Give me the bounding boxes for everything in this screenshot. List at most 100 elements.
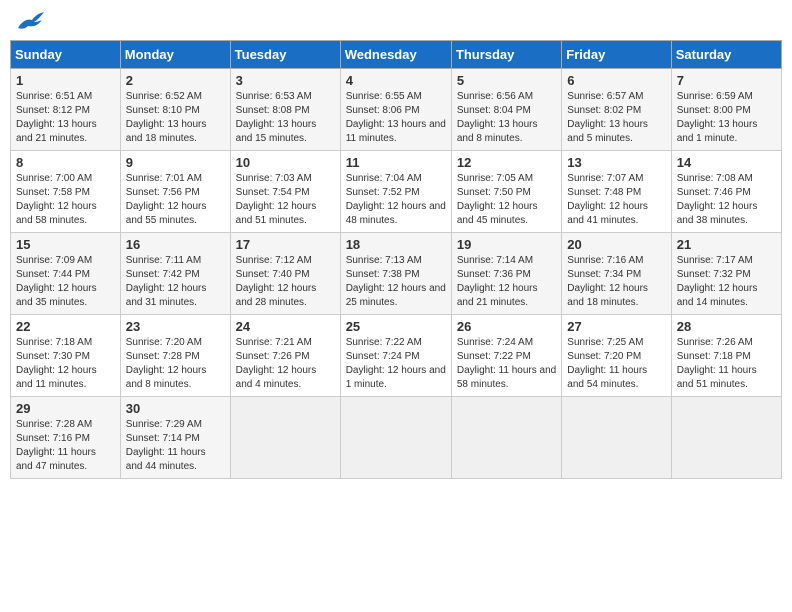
calendar-cell: 23 Sunrise: 7:20 AMSunset: 7:28 PMDaylig… [120,315,230,397]
calendar-cell: 29 Sunrise: 7:28 AMSunset: 7:16 PMDaylig… [11,397,121,479]
calendar-cell: 4 Sunrise: 6:55 AMSunset: 8:06 PMDayligh… [340,69,451,151]
calendar-cell: 1 Sunrise: 6:51 AMSunset: 8:12 PMDayligh… [11,69,121,151]
day-info: Sunrise: 6:59 AMSunset: 8:00 PMDaylight:… [677,91,758,144]
day-info: Sunrise: 7:29 AMSunset: 7:14 PMDaylight:… [126,419,206,472]
day-number: 23 [126,319,225,334]
day-info: Sunrise: 7:13 AMSunset: 7:38 PMDaylight:… [346,255,446,308]
day-info: Sunrise: 7:28 AMSunset: 7:16 PMDaylight:… [16,419,96,472]
calendar-cell: 22 Sunrise: 7:18 AMSunset: 7:30 PMDaylig… [11,315,121,397]
calendar-cell: 3 Sunrise: 6:53 AMSunset: 8:08 PMDayligh… [230,69,340,151]
day-info: Sunrise: 6:55 AMSunset: 8:06 PMDaylight:… [346,91,446,144]
calendar-week-row: 29 Sunrise: 7:28 AMSunset: 7:16 PMDaylig… [11,397,782,479]
calendar-cell: 15 Sunrise: 7:09 AMSunset: 7:44 PMDaylig… [11,233,121,315]
day-info: Sunrise: 7:26 AMSunset: 7:18 PMDaylight:… [677,337,757,390]
weekday-header-friday: Friday [562,41,671,69]
weekday-header-wednesday: Wednesday [340,41,451,69]
calendar-cell [671,397,781,479]
day-info: Sunrise: 7:12 AMSunset: 7:40 PMDaylight:… [236,255,317,308]
day-info: Sunrise: 7:08 AMSunset: 7:46 PMDaylight:… [677,173,758,226]
day-info: Sunrise: 7:21 AMSunset: 7:26 PMDaylight:… [236,337,317,390]
calendar-cell: 2 Sunrise: 6:52 AMSunset: 8:10 PMDayligh… [120,69,230,151]
calendar-cell: 25 Sunrise: 7:22 AMSunset: 7:24 PMDaylig… [340,315,451,397]
calendar-cell: 11 Sunrise: 7:04 AMSunset: 7:52 PMDaylig… [340,151,451,233]
day-number: 10 [236,155,335,170]
weekday-header-sunday: Sunday [11,41,121,69]
day-number: 25 [346,319,446,334]
calendar-cell [451,397,561,479]
day-number: 30 [126,401,225,416]
day-number: 16 [126,237,225,252]
day-number: 20 [567,237,665,252]
page-header [10,10,782,32]
day-number: 19 [457,237,556,252]
day-info: Sunrise: 7:03 AMSunset: 7:54 PMDaylight:… [236,173,317,226]
calendar-cell: 9 Sunrise: 7:01 AMSunset: 7:56 PMDayligh… [120,151,230,233]
day-info: Sunrise: 7:14 AMSunset: 7:36 PMDaylight:… [457,255,538,308]
day-number: 28 [677,319,776,334]
calendar-cell [230,397,340,479]
calendar-cell: 17 Sunrise: 7:12 AMSunset: 7:40 PMDaylig… [230,233,340,315]
calendar-cell: 10 Sunrise: 7:03 AMSunset: 7:54 PMDaylig… [230,151,340,233]
day-number: 29 [16,401,115,416]
day-info: Sunrise: 7:00 AMSunset: 7:58 PMDaylight:… [16,173,97,226]
day-info: Sunrise: 7:09 AMSunset: 7:44 PMDaylight:… [16,255,97,308]
day-info: Sunrise: 7:18 AMSunset: 7:30 PMDaylight:… [16,337,97,390]
day-info: Sunrise: 6:52 AMSunset: 8:10 PMDaylight:… [126,91,207,144]
day-number: 17 [236,237,335,252]
day-number: 26 [457,319,556,334]
day-info: Sunrise: 7:11 AMSunset: 7:42 PMDaylight:… [126,255,207,308]
calendar-cell: 5 Sunrise: 6:56 AMSunset: 8:04 PMDayligh… [451,69,561,151]
day-info: Sunrise: 7:04 AMSunset: 7:52 PMDaylight:… [346,173,446,226]
calendar-cell: 24 Sunrise: 7:21 AMSunset: 7:26 PMDaylig… [230,315,340,397]
calendar-cell: 8 Sunrise: 7:00 AMSunset: 7:58 PMDayligh… [11,151,121,233]
calendar-cell: 21 Sunrise: 7:17 AMSunset: 7:32 PMDaylig… [671,233,781,315]
day-number: 9 [126,155,225,170]
day-info: Sunrise: 7:01 AMSunset: 7:56 PMDaylight:… [126,173,207,226]
day-number: 2 [126,73,225,88]
day-number: 13 [567,155,665,170]
day-number: 3 [236,73,335,88]
calendar-cell: 18 Sunrise: 7:13 AMSunset: 7:38 PMDaylig… [340,233,451,315]
day-number: 21 [677,237,776,252]
calendar-cell: 12 Sunrise: 7:05 AMSunset: 7:50 PMDaylig… [451,151,561,233]
day-info: Sunrise: 7:07 AMSunset: 7:48 PMDaylight:… [567,173,648,226]
calendar-cell [340,397,451,479]
calendar-week-row: 1 Sunrise: 6:51 AMSunset: 8:12 PMDayligh… [11,69,782,151]
day-info: Sunrise: 6:56 AMSunset: 8:04 PMDaylight:… [457,91,538,144]
calendar-cell: 7 Sunrise: 6:59 AMSunset: 8:00 PMDayligh… [671,69,781,151]
day-number: 18 [346,237,446,252]
day-info: Sunrise: 7:17 AMSunset: 7:32 PMDaylight:… [677,255,758,308]
calendar-cell: 30 Sunrise: 7:29 AMSunset: 7:14 PMDaylig… [120,397,230,479]
calendar-header-row: SundayMondayTuesdayWednesdayThursdayFrid… [11,41,782,69]
day-number: 4 [346,73,446,88]
calendar-cell: 16 Sunrise: 7:11 AMSunset: 7:42 PMDaylig… [120,233,230,315]
day-info: Sunrise: 7:25 AMSunset: 7:20 PMDaylight:… [567,337,647,390]
calendar-week-row: 22 Sunrise: 7:18 AMSunset: 7:30 PMDaylig… [11,315,782,397]
day-info: Sunrise: 7:22 AMSunset: 7:24 PMDaylight:… [346,337,446,390]
day-info: Sunrise: 6:53 AMSunset: 8:08 PMDaylight:… [236,91,317,144]
day-number: 1 [16,73,115,88]
day-info: Sunrise: 7:20 AMSunset: 7:28 PMDaylight:… [126,337,207,390]
weekday-header-tuesday: Tuesday [230,41,340,69]
weekday-header-monday: Monday [120,41,230,69]
day-number: 11 [346,155,446,170]
day-number: 27 [567,319,665,334]
day-info: Sunrise: 7:16 AMSunset: 7:34 PMDaylight:… [567,255,648,308]
calendar-cell [562,397,671,479]
calendar-cell: 13 Sunrise: 7:07 AMSunset: 7:48 PMDaylig… [562,151,671,233]
day-number: 5 [457,73,556,88]
day-number: 15 [16,237,115,252]
calendar-week-row: 8 Sunrise: 7:00 AMSunset: 7:58 PMDayligh… [11,151,782,233]
day-info: Sunrise: 7:24 AMSunset: 7:22 PMDaylight:… [457,337,556,390]
weekday-header-thursday: Thursday [451,41,561,69]
logo-bird-icon [16,10,44,32]
weekday-header-saturday: Saturday [671,41,781,69]
day-number: 12 [457,155,556,170]
calendar-cell: 20 Sunrise: 7:16 AMSunset: 7:34 PMDaylig… [562,233,671,315]
calendar-cell: 27 Sunrise: 7:25 AMSunset: 7:20 PMDaylig… [562,315,671,397]
day-number: 7 [677,73,776,88]
calendar-cell: 19 Sunrise: 7:14 AMSunset: 7:36 PMDaylig… [451,233,561,315]
day-info: Sunrise: 6:51 AMSunset: 8:12 PMDaylight:… [16,91,97,144]
calendar-cell: 28 Sunrise: 7:26 AMSunset: 7:18 PMDaylig… [671,315,781,397]
calendar-cell: 26 Sunrise: 7:24 AMSunset: 7:22 PMDaylig… [451,315,561,397]
